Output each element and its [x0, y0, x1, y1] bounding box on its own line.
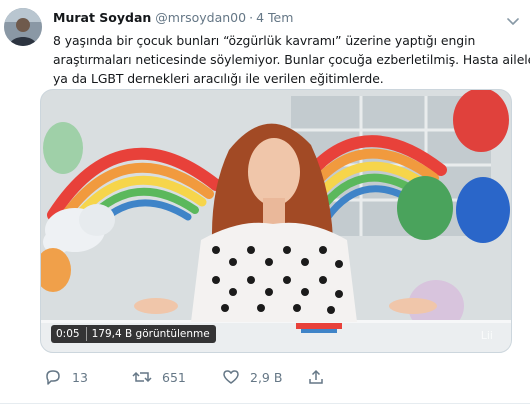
view-count: 179,4 B görüntülenme [91, 328, 210, 340]
video-frame [41, 90, 511, 352]
author-name[interactable]: Murat Soydan [53, 10, 151, 25]
tweet-time[interactable]: 4 Tem [256, 10, 293, 25]
reply-button[interactable]: 13 [44, 367, 88, 387]
video-info-overlay: 0:05 179,4 B görüntülenme [51, 325, 216, 343]
tweet-card[interactable]: Murat Soydan @mrsoydan00 · 4 Tem 8 yaşında … [0, 0, 530, 404]
tweet-text-line: ya da LGBT dernekleri aracılığı ile veri… [53, 71, 384, 86]
tweet-text-line: araştırmaları neticesinde söylemiyor. Bu… [53, 52, 530, 67]
retweet-icon [132, 369, 152, 385]
tweet-text-line: 8 yaşında bir çocuk bunları “özgürlük ka… [53, 33, 476, 48]
author-handle[interactable]: @mrsoydan00 [155, 10, 246, 25]
share-icon [308, 369, 324, 385]
separator-dot: · [249, 10, 254, 25]
chevron-down-icon[interactable] [506, 12, 520, 25]
like-count: 2,9 B [250, 369, 283, 385]
avatar[interactable] [4, 8, 42, 46]
reply-count: 13 [72, 369, 88, 385]
video-duration: 0:05 [56, 328, 80, 340]
tweet-header: Murat Soydan @mrsoydan00 · 4 Tem [53, 10, 500, 28]
retweet-count: 651 [162, 369, 186, 385]
tweet-text: 8 yaşında bir çocuk bunları “özgürlük ka… [53, 31, 530, 88]
video-player[interactable]: 0:05 179,4 B görüntülenme Lii [40, 89, 512, 353]
retweet-button[interactable]: 651 [132, 367, 186, 387]
like-button[interactable]: 2,9 B [222, 367, 282, 387]
tweet-actions: 13 651 2,9 B [40, 367, 512, 387]
share-button[interactable] [308, 367, 324, 387]
heart-icon [222, 369, 240, 385]
reply-icon [44, 369, 62, 385]
video-watermark: Lii [480, 329, 493, 342]
